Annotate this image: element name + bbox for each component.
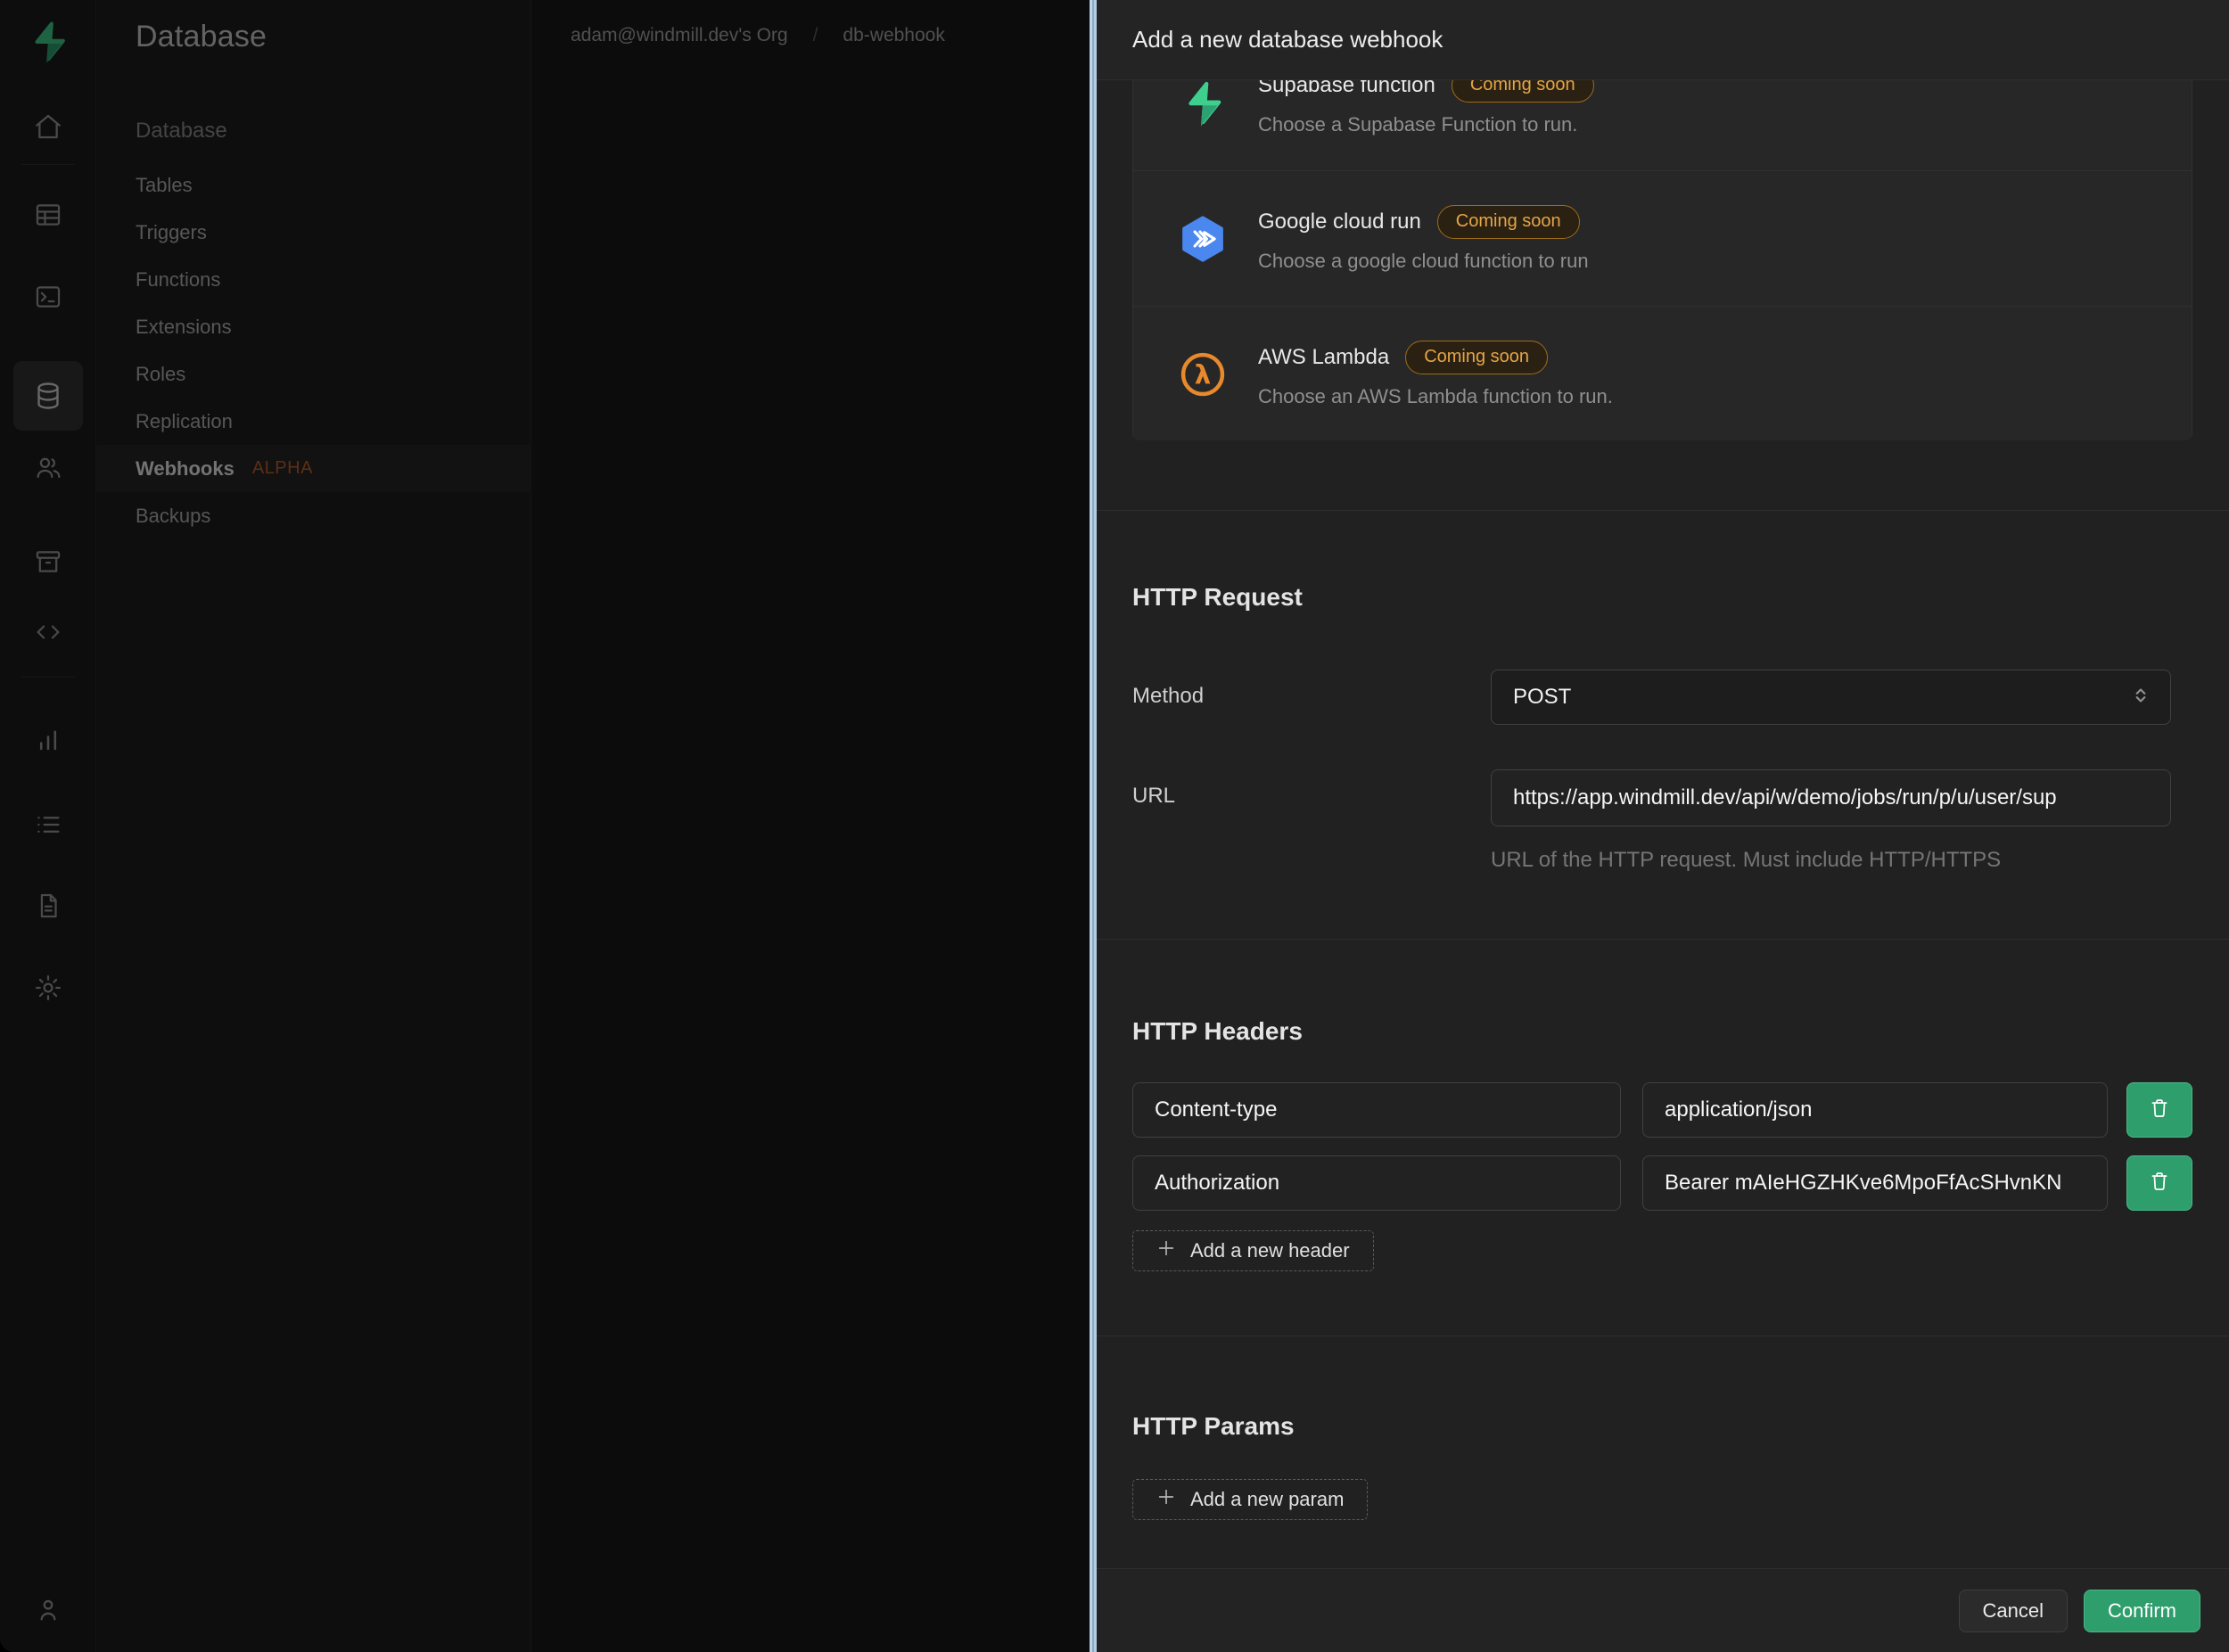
- trash-icon: [2147, 1096, 2172, 1125]
- select-chevrons-icon: [2129, 684, 2152, 711]
- provider-name: AWS Lambda: [1258, 344, 1390, 369]
- section-divider: [1097, 510, 2229, 511]
- provider-supabase-function[interactable]: Supabase function Coming soon Choose a S…: [1133, 80, 2192, 170]
- svg-text:λ: λ: [1195, 359, 1211, 390]
- http-request-heading: HTTP Request: [1132, 583, 1303, 611]
- method-label: Method: [1132, 684, 1205, 708]
- add-param-button[interactable]: Add a new param: [1132, 1479, 1369, 1520]
- provider-cards-viewport: Supabase function Coming soon Choose a S…: [1132, 80, 2192, 440]
- provider-google-cloud-run[interactable]: Google cloud run Coming soon Choose a go…: [1133, 170, 2192, 306]
- app-window: Database Database Tables Triggers Functi…: [0, 0, 2229, 1652]
- header-key-input[interactable]: [1132, 1082, 1621, 1138]
- provider-cards: Supabase function Coming soon Choose a S…: [1132, 80, 2192, 440]
- url-helper-text: URL of the HTTP request. Must include HT…: [1491, 848, 2002, 872]
- plus-icon: [1156, 1238, 1176, 1263]
- header-row: [1132, 1155, 2192, 1211]
- header-row: [1132, 1082, 2192, 1138]
- plus-icon: [1156, 1487, 1176, 1512]
- modal-scrim[interactable]: [0, 0, 1090, 1652]
- provider-description: Choose a google cloud function to run: [1258, 249, 1589, 272]
- http-params-heading: HTTP Params: [1132, 1412, 1295, 1440]
- header-value-input[interactable]: [1642, 1082, 2108, 1138]
- trash-icon: [2147, 1169, 2172, 1198]
- aws-lambda-icon: λ: [1178, 349, 1228, 399]
- panel-footer: Cancel Confirm: [1097, 1568, 2229, 1652]
- panel-title: Add a new database webhook: [1132, 26, 1444, 53]
- header-value-input[interactable]: [1642, 1155, 2108, 1211]
- delete-header-button[interactable]: [2126, 1155, 2192, 1211]
- panel-header: Add a new database webhook: [1097, 0, 2229, 80]
- section-divider: [1097, 939, 2229, 940]
- http-headers-heading: HTTP Headers: [1132, 1017, 1303, 1045]
- coming-soon-badge: Coming soon: [1451, 80, 1594, 103]
- provider-name: Supabase function: [1258, 80, 1435, 97]
- supabase-function-icon: [1178, 80, 1228, 127]
- provider-description: Choose an AWS Lambda function to run.: [1258, 384, 1613, 407]
- provider-description: Choose a Supabase Function to run.: [1258, 113, 1578, 136]
- add-header-button[interactable]: Add a new header: [1132, 1230, 1374, 1271]
- coming-soon-badge: Coming soon: [1405, 340, 1549, 374]
- cancel-button[interactable]: Cancel: [1958, 1589, 2068, 1632]
- url-input[interactable]: [1491, 769, 2171, 826]
- provider-aws-lambda[interactable]: λ AWS Lambda Coming soon Choose an AWS L…: [1133, 306, 2192, 440]
- header-key-input[interactable]: [1132, 1155, 1621, 1211]
- confirm-button[interactable]: Confirm: [2083, 1589, 2200, 1632]
- panel-edge-divider[interactable]: [1090, 0, 1097, 1652]
- delete-header-button[interactable]: [2126, 1082, 2192, 1138]
- webhook-side-panel: Add a new database webhook Supabase func…: [1097, 0, 2229, 1652]
- coming-soon-badge: Coming soon: [1436, 204, 1580, 239]
- url-label: URL: [1132, 784, 1176, 808]
- panel-body: Supabase function Coming soon Choose a S…: [1097, 80, 2229, 1568]
- provider-name: Google cloud run: [1258, 209, 1421, 234]
- google-cloud-run-icon: [1178, 214, 1228, 264]
- method-select[interactable]: POST: [1491, 670, 2171, 725]
- method-value: POST: [1513, 685, 1572, 709]
